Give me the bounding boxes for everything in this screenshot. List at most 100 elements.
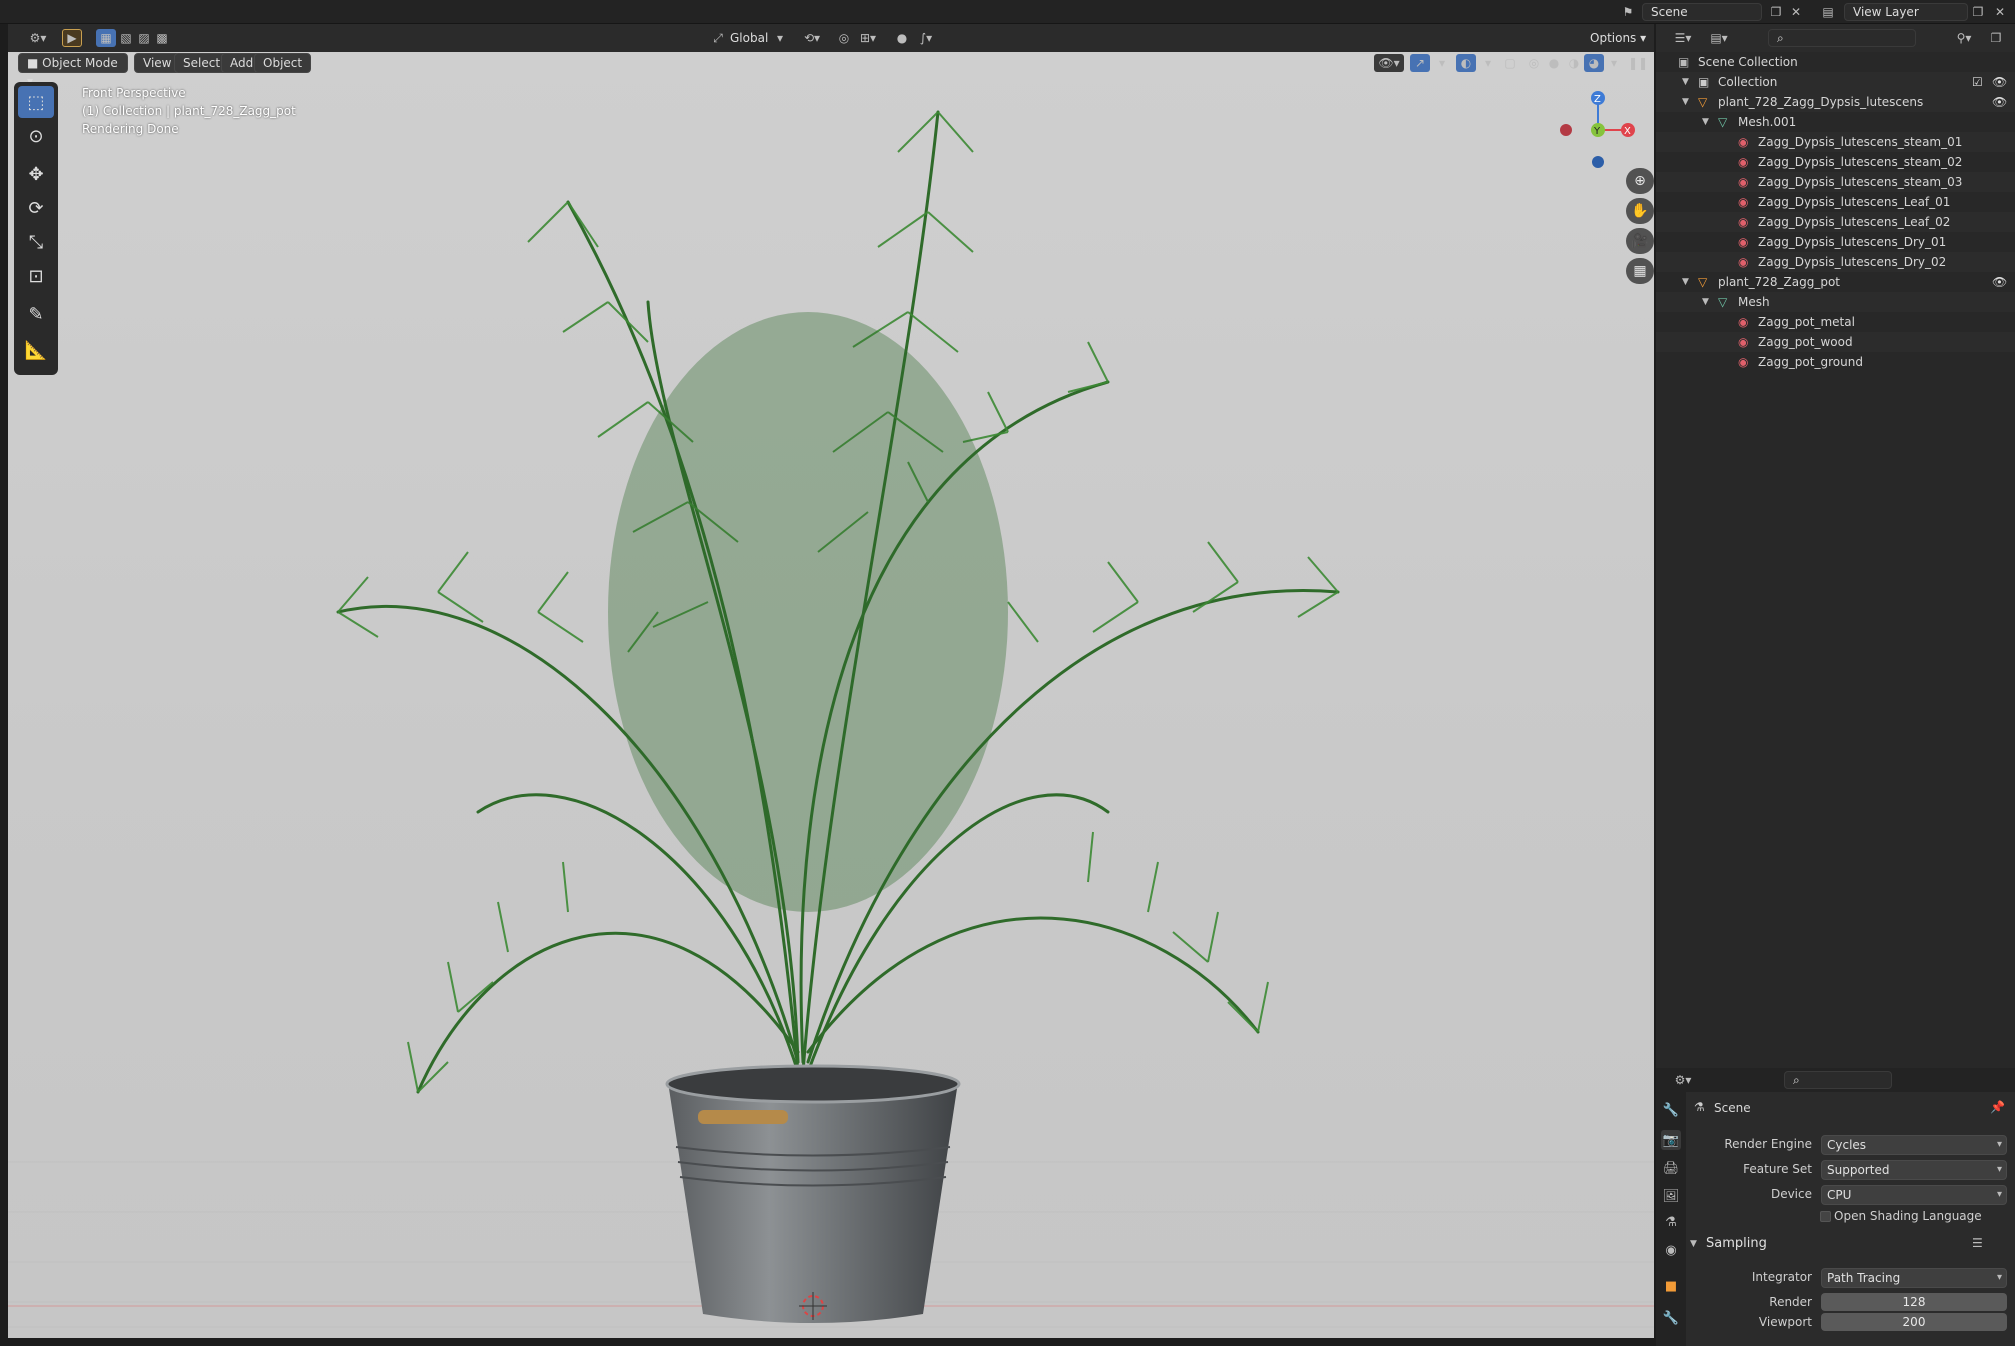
device-dropdown[interactable]: CPU ▾ — [1821, 1185, 2007, 1205]
render-tab-icon[interactable]: 📷 — [1661, 1130, 1681, 1150]
move-tool-icon[interactable]: ✥ — [18, 158, 54, 190]
outliner-row-mesh[interactable]: ▼ ▽ Mesh — [1656, 292, 2015, 312]
transform-tool-icon[interactable]: ⊡ — [18, 260, 54, 292]
outliner-row-material[interactable]: ◉ Zagg_Dypsis_lutescens_Dry_01 — [1656, 232, 2015, 252]
outliner-row-material[interactable]: ◉ Zagg_pot_wood — [1656, 332, 2015, 352]
proportional-edit-icon[interactable]: ● — [892, 29, 912, 47]
new-collection-icon[interactable]: ❐ — [1986, 29, 2006, 47]
zoom-icon[interactable]: ⊕ — [1626, 168, 1654, 194]
view-layer-tab-icon[interactable]: 🖼 — [1661, 1186, 1681, 1206]
transform-orientation-icon[interactable]: ⤢ — [708, 29, 728, 47]
pin-icon[interactable]: 📌 — [1990, 1100, 2005, 1114]
select-mode-subtract-icon[interactable]: ▨ — [134, 29, 154, 47]
scene-selector-icon[interactable]: ⚑ — [1618, 3, 1638, 21]
world-tab-icon[interactable]: ◉ — [1661, 1240, 1681, 1260]
outliner-row-material[interactable]: ◉ Zagg_Dypsis_lutescens_Leaf_02 — [1656, 212, 2015, 232]
outliner-row-object[interactable]: ▼ ▽ plant_728_Zagg_pot 👁 — [1656, 272, 2015, 292]
rotate-tool-icon[interactable]: ⟳ — [18, 192, 54, 224]
collapse-arrow-icon[interactable]: ▼ — [1682, 72, 1689, 92]
select-box-tool-icon[interactable]: ⬚ — [18, 86, 54, 118]
sampling-panel-header[interactable]: Sampling — [1706, 1236, 1767, 1251]
rendered-shading-icon[interactable]: ◕ — [1584, 54, 1604, 72]
gizmo-toggle-icon[interactable]: ↗ — [1410, 54, 1430, 72]
pause-render-icon[interactable]: ❚❚ — [1628, 54, 1648, 72]
outliner-row-material[interactable]: ◉ Zagg_Dypsis_lutescens_steam_02 — [1656, 152, 2015, 172]
outliner-search-input[interactable]: ⌕ — [1768, 29, 1916, 47]
snap-icon[interactable]: ◎ — [834, 29, 854, 47]
select-mode-intersect-icon[interactable]: ▩ — [152, 29, 172, 47]
scene-field[interactable]: Scene — [1642, 3, 1762, 21]
osl-checkbox[interactable] — [1820, 1211, 1831, 1222]
collapse-arrow-icon[interactable]: ▼ — [1702, 292, 1709, 312]
eye-icon[interactable]: 👁 — [1992, 272, 2007, 292]
shading-dropdown-icon[interactable]: ▾ — [1604, 54, 1624, 72]
properties-editor-type-icon[interactable]: ⚙▾ — [1668, 1071, 1698, 1089]
outliner-row-material[interactable]: ◉ Zagg_Dypsis_lutescens_Leaf_01 — [1656, 192, 2015, 212]
camera-view-icon[interactable]: 🎥 — [1626, 228, 1654, 254]
properties-search-input[interactable]: ⌕ — [1784, 1071, 1892, 1089]
material-shading-icon[interactable]: ◑ — [1564, 54, 1584, 72]
filter-icon[interactable]: ⚲▾ — [1950, 29, 1978, 47]
outliner-row-material[interactable]: ◉ Zagg_pot_metal — [1656, 312, 2015, 332]
cursor-tool-icon[interactable]: ⊙ — [18, 120, 54, 152]
modifier-tab-icon[interactable]: 🔧 — [1661, 1308, 1681, 1328]
eye-icon[interactable]: 👁 — [1992, 72, 2007, 92]
collapse-arrow-icon[interactable]: ▼ — [1702, 112, 1709, 132]
delete-view-layer-icon[interactable]: ✕ — [1990, 3, 2010, 21]
collapse-arrow-icon[interactable]: ▼ — [1682, 92, 1689, 112]
sampling-expand-arrow-icon[interactable]: ▼ — [1690, 1239, 1697, 1249]
editor-type-icon[interactable]: ⚙▾ — [22, 29, 54, 47]
eye-icon[interactable]: 👁 — [1992, 92, 2007, 112]
outliner-row-material[interactable]: ◉ Zagg_Dypsis_lutescens_Dry_02 — [1656, 252, 2015, 272]
scene-tab-icon[interactable]: ⚗ — [1661, 1212, 1681, 1232]
3d-viewport[interactable]: Z X Y ⊕ ✋ 🎥 ▦ Front Perspective (1) Coll… — [8, 52, 1654, 1338]
new-scene-icon[interactable]: ❐ — [1766, 3, 1786, 21]
render-engine-dropdown[interactable]: Cycles ▾ — [1821, 1135, 2007, 1155]
view-layer-field[interactable]: View Layer — [1844, 3, 1968, 21]
tool-tab-icon[interactable]: 🔧 — [1661, 1100, 1681, 1120]
pivot-point-icon[interactable]: ⟲▾ — [798, 29, 826, 47]
measure-tool-icon[interactable]: 📐 — [18, 334, 54, 366]
viewport-samples-field[interactable]: 200 — [1821, 1313, 2007, 1331]
output-tab-icon[interactable]: 🖨 — [1661, 1158, 1681, 1178]
select-mode-extend-icon[interactable]: ▧ — [116, 29, 136, 47]
navigation-gizmo[interactable]: Z X Y — [1558, 88, 1638, 168]
annotate-tool-icon[interactable]: ✎ — [18, 298, 54, 330]
gizmo-dropdown-icon[interactable]: ▾ — [1432, 54, 1452, 72]
select-tool-icon[interactable]: ▶ — [62, 29, 82, 47]
wireframe-shading-icon[interactable]: ◎ — [1524, 54, 1544, 72]
outliner-row-mesh[interactable]: ▼ ▽ Mesh.001 — [1656, 112, 2015, 132]
outliner-row-material[interactable]: ◉ Zagg_Dypsis_lutescens_steam_03 — [1656, 172, 2015, 192]
render-samples-field[interactable]: 128 — [1821, 1293, 2007, 1311]
exclude-checkbox[interactable]: ☑ — [1972, 72, 1983, 92]
integrator-dropdown[interactable]: Path Tracing ▾ — [1821, 1268, 2007, 1288]
object-menu[interactable]: Object — [254, 53, 312, 73]
visibility-toggle-icon[interactable]: 👁▾ — [1374, 54, 1404, 72]
xray-icon[interactable]: ▢ — [1500, 54, 1520, 72]
presets-list-icon[interactable]: ☰ — [1972, 1236, 1983, 1250]
view-layer-icon[interactable]: ▤ — [1818, 3, 1838, 21]
outliner-row-material[interactable]: ◉ Zagg_pot_ground — [1656, 352, 2015, 372]
perspective-grid-icon[interactable]: ▦ — [1626, 258, 1654, 284]
orientation-chevron-icon[interactable]: ▾ — [770, 29, 790, 47]
falloff-icon[interactable]: ∫▾ — [912, 29, 940, 47]
transform-orientation-dropdown[interactable]: Global — [730, 31, 768, 45]
new-view-layer-icon[interactable]: ❐ — [1968, 3, 1988, 21]
select-mode-new-icon[interactable]: ▦ — [96, 29, 116, 47]
outliner-row-object[interactable]: ▼ ▽ plant_728_Zagg_Dypsis_lutescens 👁 — [1656, 92, 2015, 112]
outliner-row-scene-collection[interactable]: ▣ Scene Collection — [1656, 52, 2015, 72]
options-dropdown[interactable]: Options ▾ — [1590, 31, 1646, 45]
object-mode-dropdown[interactable]: ■ Object Mode ▾ — [18, 53, 128, 88]
outliner-row-material[interactable]: ◉ Zagg_Dypsis_lutescens_steam_01 — [1656, 132, 2015, 152]
scale-tool-icon[interactable]: ⤡ — [18, 226, 54, 258]
outliner-row-collection[interactable]: ▼ ▣ Collection ☑ 👁 — [1656, 72, 2015, 92]
delete-scene-icon[interactable]: ✕ — [1786, 3, 1806, 21]
overlay-dropdown-icon[interactable]: ▾ — [1478, 54, 1498, 72]
feature-set-dropdown[interactable]: Supported ▾ — [1821, 1160, 2007, 1180]
snap-target-icon[interactable]: ⊞▾ — [854, 29, 882, 47]
object-tab-icon[interactable]: ■ — [1661, 1276, 1681, 1296]
collapse-arrow-icon[interactable]: ▼ — [1682, 272, 1689, 292]
pan-hand-icon[interactable]: ✋ — [1626, 198, 1654, 224]
outliner-editor-type-icon[interactable]: ☰▾ — [1668, 29, 1698, 47]
solid-shading-icon[interactable]: ● — [1544, 54, 1564, 72]
